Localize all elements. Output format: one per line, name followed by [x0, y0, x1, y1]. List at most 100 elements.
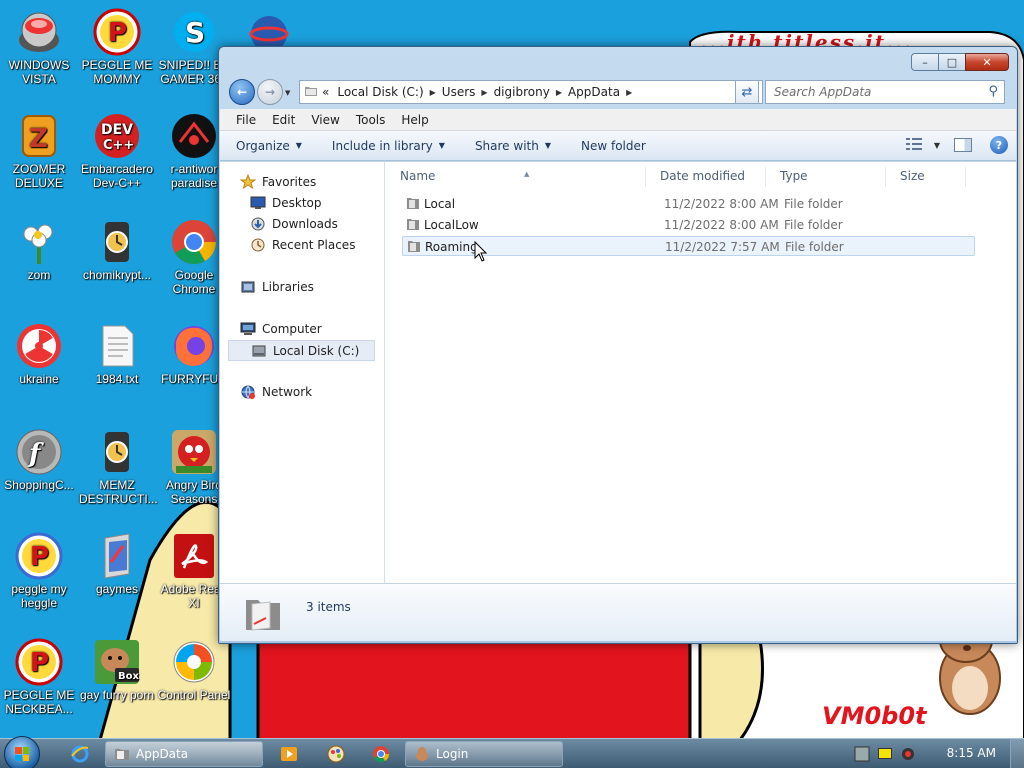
- libraries-icon: [240, 279, 256, 295]
- menu-file[interactable]: File: [228, 113, 264, 127]
- include-in-library-label: Include in library: [331, 138, 433, 153]
- desktop-icon-peggle-my-heggle[interactable]: P peggle my heggle: [1, 532, 77, 610]
- desktop-icon-chomikrypt[interactable]: chomikrypt...: [79, 218, 155, 282]
- nav-network[interactable]: Network: [240, 384, 312, 400]
- desktop-icon-gaymes[interactable]: gaymes: [79, 532, 155, 596]
- nav-favorites[interactable]: Favorites: [239, 173, 316, 190]
- nav-computer[interactable]: Computer: [240, 321, 322, 337]
- breadcrumb-users[interactable]: Users: [438, 85, 480, 99]
- close-button[interactable]: ✕: [965, 53, 1009, 71]
- taskbar-button-login[interactable]: Login: [405, 741, 563, 767]
- desktop-icon-control-panel[interactable]: Control Panel: [156, 638, 232, 702]
- desktop-icon-label: ukraine: [19, 372, 59, 386]
- taskbar-button-appdata[interactable]: AppData: [105, 741, 263, 767]
- desktop-icon-peggle-me-neckbea[interactable]: P PEGGLE ME NECKBEA...: [1, 638, 77, 716]
- breadcrumb-appdata[interactable]: AppData: [564, 85, 624, 99]
- adobe-reader-icon: [170, 532, 218, 580]
- internet-explorer-icon[interactable]: [70, 744, 90, 764]
- column-header-date[interactable]: Date modified: [646, 167, 766, 187]
- column-header-name[interactable]: Name ▲: [386, 167, 646, 187]
- organize-button[interactable]: Organize ▼: [236, 139, 302, 153]
- new-folder-label: New folder: [581, 138, 646, 153]
- desktop-icon-shoppingc[interactable]: f ShoppingC...: [1, 428, 77, 492]
- desktop-icon-ukraine[interactable]: ukraine: [1, 322, 77, 386]
- control-panel-icon: [170, 638, 218, 686]
- file-row-locallow[interactable]: LocalLow 11/2/2022 8:00 AM File folder: [402, 215, 975, 235]
- tray-volume-icon[interactable]: [900, 746, 916, 762]
- clock[interactable]: 8:15 AM: [947, 746, 996, 760]
- taskbar-button-label: Login: [436, 747, 469, 761]
- address-bar[interactable]: « Local Disk (C:) ▶ Users ▶ digibrony ▶ …: [299, 80, 763, 104]
- radiation-icon: [15, 322, 63, 370]
- menu-tools[interactable]: Tools: [348, 113, 394, 127]
- skype-icon: S: [170, 8, 218, 56]
- new-folder-button[interactable]: New folder: [581, 139, 646, 153]
- breadcrumb-arrow-icon[interactable]: ▶: [428, 88, 438, 97]
- change-view-icon[interactable]: [905, 138, 924, 152]
- breadcrumb-overflow[interactable]: «: [318, 85, 333, 99]
- breadcrumb-digibrony[interactable]: digibrony: [490, 85, 554, 99]
- nav-local-disk[interactable]: Local Disk (C:): [228, 340, 375, 361]
- nav-libraries[interactable]: Libraries: [240, 279, 314, 295]
- mouse-cursor-icon: [474, 241, 488, 262]
- desktop-icon-label: PEGGLE ME MOMMY: [81, 58, 153, 86]
- desktop-icon-windows-vista[interactable]: WINDOWS VISTA: [1, 8, 77, 86]
- breadcrumb-arrow-icon[interactable]: ▶: [554, 88, 564, 97]
- nav-recent-places[interactable]: Recent Places: [250, 237, 355, 253]
- desktop-icon-devcpp[interactable]: DEV C++ Embarcadero Dev-C++: [79, 112, 155, 190]
- nav-downloads[interactable]: Downloads: [250, 216, 338, 232]
- share-with-button[interactable]: Share with ▼: [475, 139, 551, 153]
- peggle-icon: P: [15, 532, 63, 580]
- column-header-type[interactable]: Type: [766, 167, 886, 187]
- desktop-icon-zoomer-deluxe[interactable]: Z ZOOMER DELUXE: [1, 112, 77, 190]
- minimize-button[interactable]: –: [911, 53, 939, 71]
- preview-pane-icon[interactable]: [954, 138, 972, 152]
- breadcrumb-arrow-icon[interactable]: ▶: [624, 88, 634, 97]
- menu-edit[interactable]: Edit: [264, 113, 303, 127]
- desktop-icon-1984-txt[interactable]: 1984.txt: [79, 322, 155, 386]
- desktop-icon-label: zom: [27, 268, 51, 282]
- search-input[interactable]: Search AppData: [774, 85, 871, 99]
- maximize-button[interactable]: □: [938, 53, 966, 71]
- refresh-button[interactable]: ⇄: [735, 80, 759, 104]
- tray-app-icon[interactable]: [854, 746, 870, 762]
- column-header-size[interactable]: Size: [886, 167, 966, 187]
- help-icon[interactable]: ?: [990, 136, 1008, 154]
- desktop-icon-box[interactable]: Box gay furry porn: [79, 638, 155, 702]
- breadcrumb-local-disk[interactable]: Local Disk (C:): [333, 85, 427, 99]
- chrome-taskbar-icon[interactable]: [371, 744, 391, 764]
- box-hamster-icon: Box: [93, 638, 141, 686]
- window-caption-buttons: – □ ✕: [911, 53, 1009, 71]
- media-player-icon[interactable]: [279, 744, 299, 764]
- view-dropdown-icon[interactable]: ▼: [934, 141, 940, 150]
- desktop-icon-peggle-me-mommy[interactable]: P PEGGLE ME MOMMY: [79, 8, 155, 86]
- desktop-icon-memz[interactable]: MEMZ DESTRUCTI...: [79, 428, 158, 506]
- nav-desktop[interactable]: Desktop: [250, 195, 322, 211]
- svg-text:DEV: DEV: [101, 122, 133, 138]
- menu-help[interactable]: Help: [393, 113, 436, 127]
- start-button[interactable]: [4, 736, 40, 768]
- explorer-body: Favorites Desktop Downloads Recent Place…: [220, 162, 1016, 583]
- file-row-local[interactable]: Local 11/2/2022 8:00 AM File folder: [402, 194, 975, 214]
- peggle-icon: P: [93, 8, 141, 56]
- command-bar-right: ▼ ?: [905, 136, 1008, 154]
- organize-label: Organize: [236, 138, 290, 153]
- include-in-library-button[interactable]: Include in library ▼: [332, 139, 445, 153]
- breadcrumb-arrow-icon[interactable]: ▶: [479, 88, 489, 97]
- search-icon[interactable]: ⚲: [988, 84, 998, 99]
- recent-pages-dropdown-icon[interactable]: ▼: [285, 89, 290, 97]
- hard-drive-icon: [251, 343, 267, 359]
- forward-button[interactable]: →: [257, 79, 283, 105]
- file-date: 11/2/2022 8:00 AM: [664, 197, 779, 211]
- back-button[interactable]: ←: [229, 79, 255, 105]
- explorer-window[interactable]: – □ ✕ ← → ▼ « Local Disk (C:) ▶ Users ▶ …: [218, 46, 1018, 644]
- file-type: File folder: [785, 240, 844, 254]
- tray-notification-icon[interactable]: [878, 748, 892, 759]
- desktop-icon-zom[interactable]: zom: [1, 218, 77, 282]
- paint-app-icon[interactable]: [326, 744, 346, 764]
- svg-text:P: P: [30, 542, 49, 572]
- zom-flower-icon: [15, 218, 63, 266]
- show-desktop-button[interactable]: [1010, 739, 1024, 768]
- search-box[interactable]: Search AppData ⚲: [765, 80, 1005, 104]
- menu-view[interactable]: View: [303, 113, 347, 127]
